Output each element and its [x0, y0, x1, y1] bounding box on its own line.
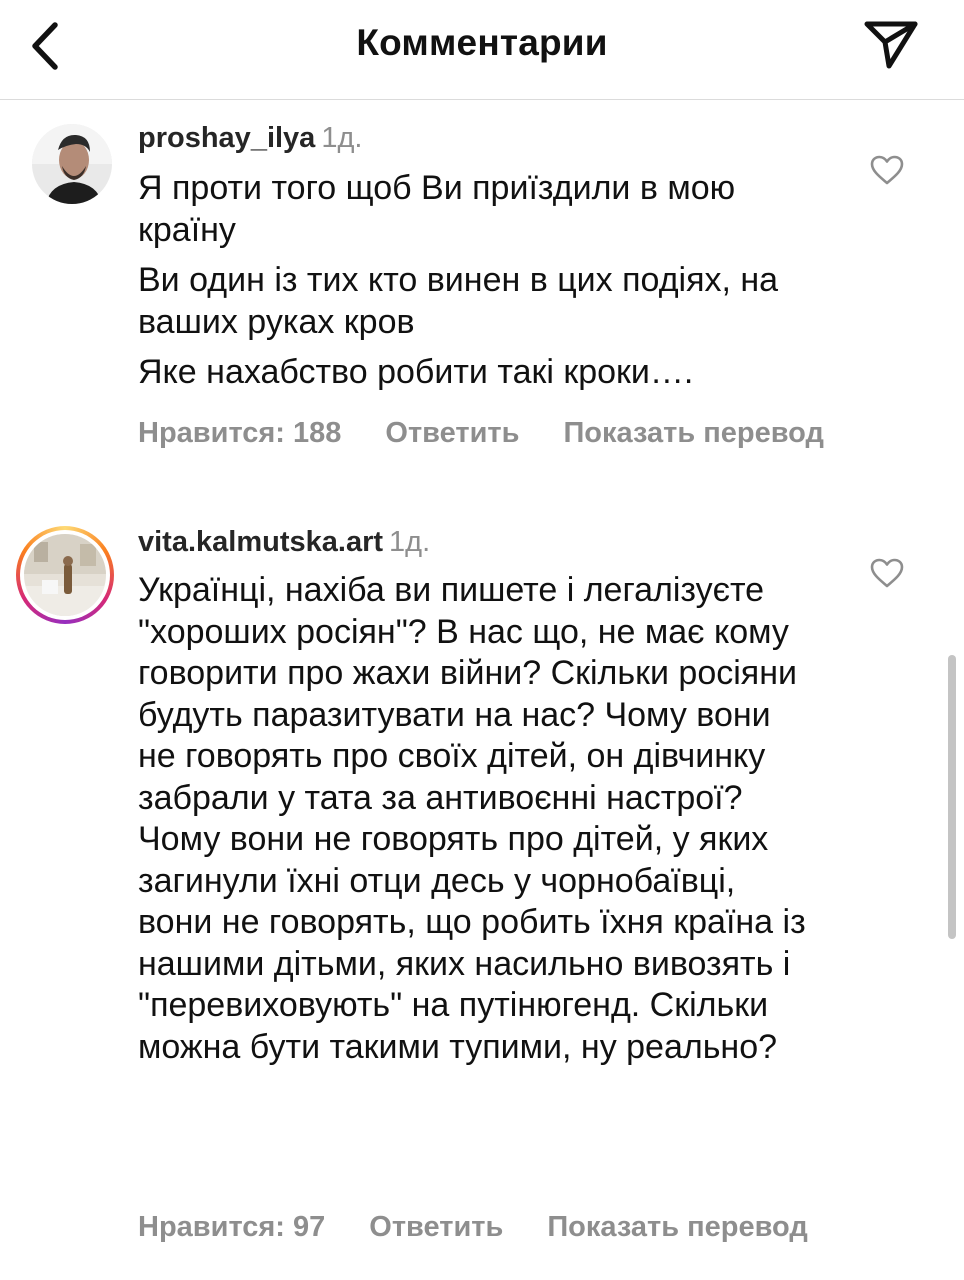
- comment-text: Українці, нахіба ви пишете і легалізуєте…: [138, 570, 814, 1068]
- comment-actions: Нравится: 188 Ответить Показать перевод: [138, 416, 868, 450]
- reply-button[interactable]: Ответить: [369, 1211, 503, 1243]
- comment-time: 1д.: [389, 526, 431, 558]
- profile-photo: [32, 124, 112, 204]
- comment-username[interactable]: vita.kalmutska.art: [138, 526, 383, 558]
- likes-count[interactable]: Нравится: 97: [138, 1211, 325, 1243]
- comment-time: 1д.: [321, 122, 363, 154]
- comment-paragraph: Я проти того щоб Ви приїздили в мою краї…: [138, 169, 736, 249]
- comment-paragraph: Яке нахабство робити такі кроки….: [138, 353, 694, 391]
- like-button[interactable]: [864, 147, 910, 193]
- likes-count[interactable]: Нравится: 188: [138, 417, 341, 449]
- comment-username[interactable]: proshay_ilya: [138, 122, 315, 154]
- translate-button[interactable]: Показать перевод: [547, 1211, 807, 1243]
- comments-header: Комментарии: [0, 0, 964, 100]
- story-ring: [20, 530, 110, 620]
- comment-text: Я проти того щоб Ви приїздили в мою краї…: [138, 168, 818, 394]
- avatar[interactable]: [16, 526, 114, 624]
- reply-button[interactable]: Ответить: [385, 417, 519, 449]
- like-button[interactable]: [864, 550, 910, 596]
- heart-icon: [870, 558, 904, 588]
- avatar[interactable]: [32, 124, 112, 204]
- comment-paragraph: Українці, нахіба ви пишете і легалізуєте…: [138, 571, 806, 1066]
- share-button[interactable]: [856, 14, 926, 74]
- translate-button[interactable]: Показать перевод: [563, 417, 823, 449]
- scrollbar[interactable]: [948, 655, 956, 939]
- heart-icon: [870, 155, 904, 185]
- paper-plane-icon: [864, 21, 918, 69]
- page-title: Комментарии: [356, 22, 608, 63]
- profile-photo: [24, 534, 106, 616]
- comment-actions: Нравится: 97 Ответить Показать перевод: [138, 1210, 852, 1244]
- comment-paragraph: Ви один із тих кто винен в цих подіях, н…: [138, 261, 779, 341]
